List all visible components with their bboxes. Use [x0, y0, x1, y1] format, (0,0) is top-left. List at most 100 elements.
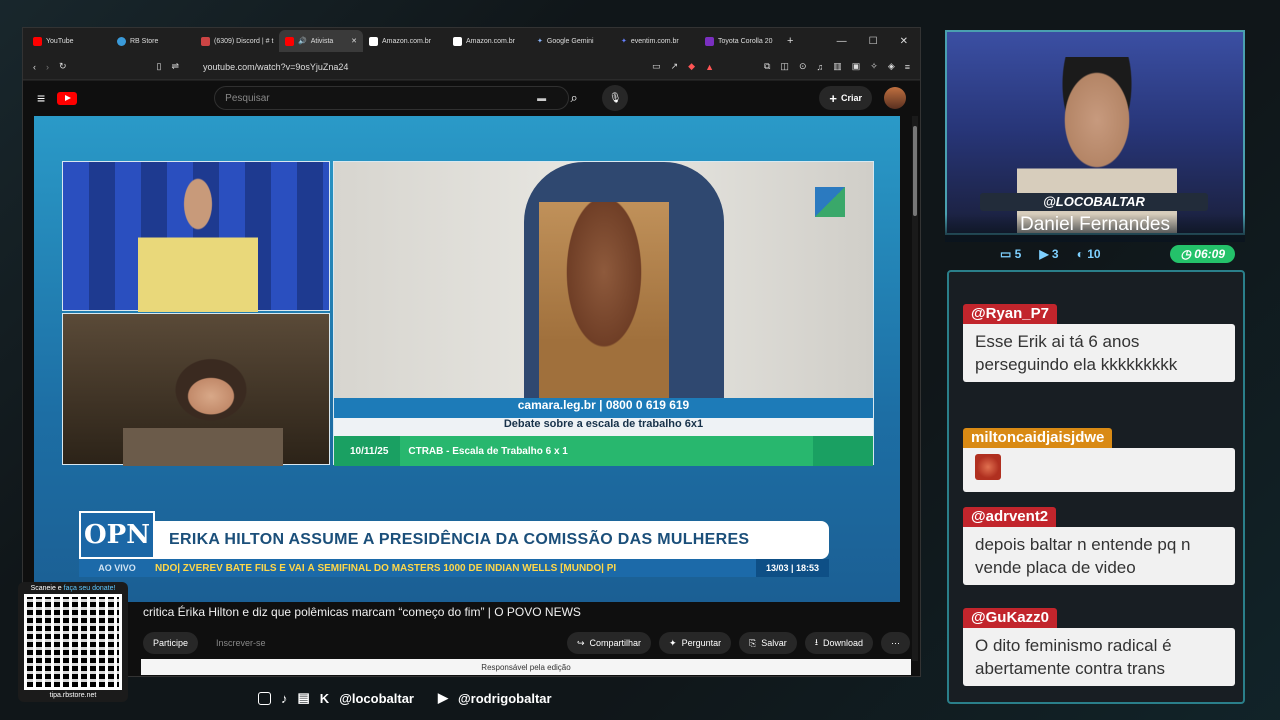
video-title: critica Érika Hilton e diz que polêmicas…	[143, 605, 581, 619]
tab-gemini[interactable]: ✦ Google Gemini	[531, 30, 615, 52]
qr-title-b: faça seu donate!	[63, 585, 116, 592]
tab-eventim[interactable]: ✦ eventim.com.br	[615, 30, 699, 52]
sub-count: ◐ 10	[1077, 247, 1101, 261]
close-tab-icon[interactable]: ✕	[351, 37, 357, 45]
sidebar-icon[interactable]: ▥	[833, 61, 842, 72]
more-icon: ⋯	[891, 637, 900, 648]
download-button[interactable]: ⭳ Download	[804, 632, 873, 654]
instagram-icon	[258, 691, 271, 705]
screenshot-icon[interactable]: ◫	[780, 61, 789, 72]
maximize-icon[interactable]: ☐	[869, 36, 878, 47]
create-button[interactable]: + Criar	[819, 86, 872, 110]
vpn-icon[interactable]: ◈	[888, 61, 895, 72]
eventim-favicon-icon: ✦	[621, 38, 627, 45]
kick-icon: ◐	[1076, 247, 1088, 261]
join-button[interactable]: Participe	[143, 632, 199, 654]
chat-username: @Ryan_P7	[963, 304, 1057, 324]
hamburger-menu-icon[interactable]: ≡	[37, 90, 45, 106]
menu-icon[interactable]: ≡	[905, 62, 910, 72]
kick-icon: K	[319, 690, 330, 706]
address-bar-row: ‹ › ↻ ▯ ⇌ youtube.com/watch?v=9osYjuZna2…	[23, 54, 920, 80]
tab-strip: YouTube RB Store (6309) Discord | # t 🔊 A…	[23, 28, 920, 54]
save-button[interactable]: ⎘ Salvar	[739, 632, 797, 654]
news-ticker: AO VIVO NDO| ZVEREV BATE FILS E VAI À SE…	[79, 559, 829, 577]
tab-discord[interactable]: (6309) Discord | # t	[195, 30, 279, 52]
donate-qr-card: Scaneie e faça seu donate! tipa.rbstore.…	[18, 582, 128, 702]
news-headline-bar: OPN ERIKA HILTON ASSUME A PRESIDÊNCIA DA…	[79, 511, 829, 559]
share-icon[interactable]: ↗	[671, 61, 679, 72]
chat-message: @adrvent2 depois baltar n entende pq n v…	[963, 507, 1235, 585]
extensions-icon[interactable]: ⧉	[764, 61, 770, 72]
window-controls: — ☐ ✕	[837, 36, 920, 47]
subscribe-button[interactable]: Inscrever-se	[206, 632, 276, 654]
chat-panel: @Ryan_P7 Esse Erik ai tá 6 anos persegui…	[947, 270, 1245, 704]
cast-icon[interactable]: ▭	[652, 61, 661, 72]
tab-label: Toyota Corolla 20	[718, 37, 773, 45]
tab-amazon-1[interactable]: Amazon.com.br	[363, 30, 447, 52]
site-info-icon[interactable]: ⇌	[172, 61, 180, 72]
account-avatar[interactable]	[884, 87, 906, 109]
rewards-icon[interactable]: ▲	[705, 62, 714, 72]
ticker-text: NDO| ZVEREV BATE FILS E VAI À SEMIFINAL …	[155, 562, 617, 574]
share-label: Compartilhar	[589, 638, 642, 648]
stream-stats: ▭ 5 ▶ 3 ◐ 10 ◷ 06:09	[960, 243, 1235, 265]
youtube-icon: ▶	[438, 690, 448, 705]
chat-icon: ▭	[1000, 247, 1015, 261]
tab-ativista[interactable]: 🔊 Ativista ✕	[279, 30, 363, 52]
profile-icon[interactable]: ⊙	[799, 61, 807, 72]
social-handle-b: @rodrigobaltar	[458, 690, 552, 706]
twitch-icon: ▤	[297, 690, 310, 705]
forward-icon[interactable]: ›	[46, 62, 49, 72]
sub-count-value: 10	[1087, 247, 1101, 261]
tab-rbstore[interactable]: RB Store	[111, 30, 195, 52]
ask-label: Perguntar	[681, 638, 722, 648]
chat-count: ▭ 5	[1000, 247, 1021, 261]
close-window-icon[interactable]: ✕	[900, 36, 908, 47]
search-input[interactable]: Pesquisar	[214, 86, 570, 110]
chat-message: @GuKazz0 O dito feminismo radical é aber…	[963, 608, 1235, 686]
minimize-icon[interactable]: —	[837, 36, 847, 47]
brave-shield-icon[interactable]: ◆	[688, 61, 695, 72]
tab-label: Amazon.com.br	[382, 37, 432, 45]
bookmark-icon[interactable]: ▯	[157, 61, 162, 72]
share-icon: ↪	[576, 637, 585, 648]
reload-icon[interactable]: ↻	[59, 61, 67, 72]
wallet-icon[interactable]: ▣	[852, 61, 861, 72]
debate-caption: Debate sobre a escala de trabalho 6x1	[334, 418, 873, 436]
back-icon[interactable]: ‹	[33, 62, 36, 72]
search-icon[interactable]: ⌕	[558, 86, 590, 110]
keyboard-icon[interactable]: ▬	[537, 93, 546, 103]
page-scrollbar[interactable]	[912, 116, 918, 661]
session-title: CTRAB - Escala de Trabalho 6 x 1	[400, 436, 813, 466]
viewer-count-value: 3	[1051, 247, 1059, 261]
chat-emote-bubble	[963, 448, 1235, 492]
chat-text: O dito feminismo radical é abertamente c…	[963, 628, 1235, 686]
microphone-icon[interactable]: 🎙	[602, 85, 629, 111]
tab-label: Ativista	[310, 37, 334, 45]
clock-icon: ◷	[1180, 247, 1195, 261]
session-date: 10/11/25	[350, 445, 389, 457]
new-tab-icon[interactable]: +	[787, 35, 793, 47]
url-field[interactable]: youtube.com/watch?v=9osYjuZna24	[203, 62, 642, 72]
camara-contact-bar: camara.leg.br | 0800 0 619 619	[334, 398, 873, 418]
youtube-favicon-icon	[33, 36, 42, 46]
guest-figure	[123, 339, 283, 466]
youtube-logo-icon[interactable]	[57, 91, 78, 105]
tab-youtube[interactable]: YouTube	[27, 30, 111, 52]
leo-icon[interactable]: ✧	[870, 61, 878, 72]
ask-button[interactable]: ✦ Perguntar	[659, 632, 732, 654]
tab-amazon-2[interactable]: Amazon.com.br	[447, 30, 531, 52]
chat-message: @Ryan_P7 Esse Erik ai tá 6 anos persegui…	[963, 304, 1235, 382]
tab-toyota[interactable]: Toyota Corolla 20	[699, 30, 783, 52]
chat-message: miltoncaidjaisjdwe	[963, 428, 1235, 492]
music-icon[interactable]: ♫	[816, 62, 823, 72]
more-actions-button[interactable]: ⋯	[881, 632, 910, 654]
share-button[interactable]: ↪ Compartilhar	[566, 632, 652, 654]
tab-label: eventim.com.br	[630, 37, 679, 45]
qr-site: tipa.rbstore.net	[49, 692, 97, 699]
stream-handle: @LOCOBALTAR	[980, 193, 1208, 211]
social-handles: ♪ ▤ K @locobaltar ▶ @rodrigobaltar	[258, 690, 552, 706]
qr-title: Scaneie e faça seu donate!	[21, 585, 125, 592]
chat-text: depois baltar n entende pq n vende placa…	[963, 527, 1235, 585]
video-player[interactable]: camara.leg.br | 0800 0 619 619 Debate so…	[34, 116, 900, 602]
